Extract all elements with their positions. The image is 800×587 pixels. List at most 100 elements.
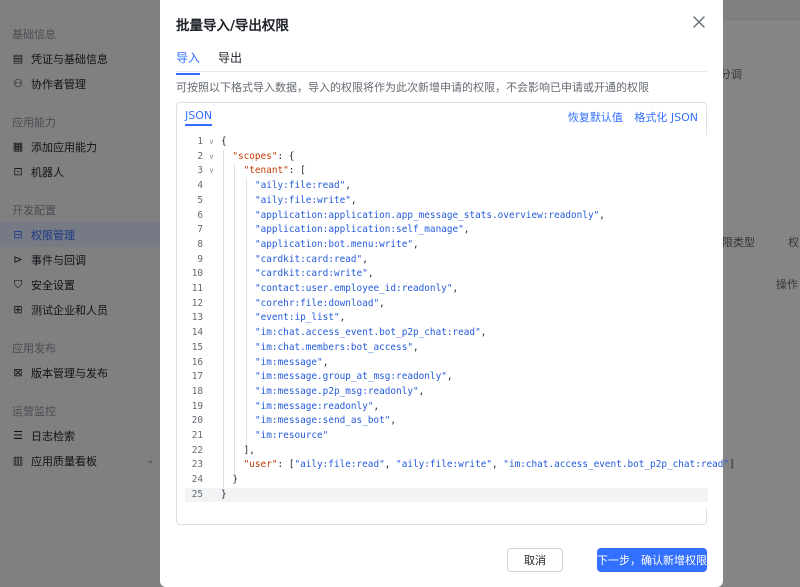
json-punct: , <box>339 312 346 324</box>
json-punct: } <box>232 474 238 486</box>
code-line: 2 ∨ "scopes": { <box>185 150 708 165</box>
json-key: "scopes" <box>232 150 278 162</box>
code-text: "corehr:file:download", <box>255 297 385 312</box>
code-editor-area[interactable]: 1 ∨{2 ∨ "scopes": {3 ∨ "tenant": [4 "aily:file… <box>185 135 735 508</box>
json-string: "im:resource" <box>254 430 329 441</box>
code-text: "im:message", <box>255 356 328 371</box>
code-line: 11 "contact:user.employee_id:readonly", <box>185 282 708 297</box>
code-text: "application:application.app_message_sta… <box>255 209 605 224</box>
json-string: "im:chat.access_event.bot_p2p_chat:read" <box>254 327 481 339</box>
tabs-divider <box>176 71 707 72</box>
json-punct: , <box>480 327 487 339</box>
next-confirm-button[interactable]: 下一步，确认新增权限 <box>597 548 707 572</box>
code-text: "event:ip_list", <box>255 311 345 326</box>
json-punct: , <box>463 224 470 236</box>
line-number: 24 <box>191 474 203 486</box>
editor-header: JSON 恢复默认值 格式化 JSON <box>177 103 706 129</box>
json-punct: : [ <box>277 459 295 471</box>
json-punct: , <box>492 459 504 471</box>
code-text: { <box>221 135 227 150</box>
json-punct: , <box>390 415 397 427</box>
code-line: 4 "aily:file:read", <box>185 179 708 194</box>
indent-guide <box>245 179 247 444</box>
json-punct: , <box>452 283 459 294</box>
code-line: 6 "application:application.app_message_st… <box>185 209 708 224</box>
json-punct: , <box>418 385 425 397</box>
code-text: "tenant": [ <box>244 164 306 179</box>
line-number: 16 <box>191 356 203 368</box>
line-number: 6 <box>197 209 203 221</box>
json-punct: : [ <box>288 165 306 177</box>
code-line: 12 "corehr:file:download", <box>185 297 708 312</box>
code-line: 25} <box>185 488 708 503</box>
line-number: 21 <box>191 430 203 441</box>
fold-chevron-icon[interactable]: ∨ <box>209 150 219 165</box>
code-line: 20 "im:message:send_as_bot", <box>185 414 708 429</box>
code-text: "scopes": { <box>232 150 294 165</box>
json-punct: , <box>373 400 380 412</box>
json-punct: ] <box>729 459 735 471</box>
code-line: 14 "im:chat.access_event.bot_p2p_chat:rea… <box>185 326 708 341</box>
line-number: 20 <box>191 415 203 427</box>
line-number: 5 <box>197 194 203 206</box>
json-string: "im:chat.access_event.bot_p2p_chat:read" <box>503 459 730 471</box>
line-number: 14 <box>191 327 203 339</box>
code-line: 1 ∨{ <box>185 135 708 150</box>
code-text: } <box>221 488 227 503</box>
code-text: "im:message.group_at_msg:readonly", <box>255 370 453 385</box>
batch-permission-dialog: 批量导入/导出权限 导入 导出 可按照以下格式导入数据，导入的权限将作为此次新增… <box>160 0 735 587</box>
code-text: "im:message:readonly", <box>255 400 379 415</box>
code-text: "cardkit:card:read", <box>255 253 368 268</box>
code-text: "application:application:self_manage", <box>255 223 470 238</box>
indent-guide <box>223 149 224 488</box>
code-line: 23 "user": ["aily:file:read", "aily:file:… <box>185 458 735 473</box>
dialog-title: 批量导入/导出权限 <box>176 18 289 34</box>
json-key: "user" <box>243 459 278 471</box>
line-number: 15 <box>191 341 203 353</box>
json-key: "tenant" <box>243 165 289 177</box>
json-string: "event:ip_list" <box>254 312 340 324</box>
json-punct: , <box>345 180 351 192</box>
code-text: ], <box>244 444 255 459</box>
cancel-button[interactable]: 取消 <box>507 548 563 572</box>
json-tab[interactable]: JSON <box>185 109 213 126</box>
code-text: "im:message.p2p_msg:readonly", <box>255 385 424 400</box>
json-punct: , <box>599 209 605 221</box>
json-string: "contact:user.employee_id:readonly" <box>254 283 453 294</box>
json-string: "aily:file:read" <box>254 180 346 192</box>
json-string: "im:message:readonly" <box>254 400 374 412</box>
line-number: 17 <box>191 371 203 383</box>
json-punct: , <box>413 238 419 250</box>
line-number: 3 <box>197 165 203 177</box>
code-text: "aily:file:write", <box>255 194 357 209</box>
code-line: 24} <box>185 473 708 488</box>
line-number: 25 <box>191 488 203 500</box>
code-line: 22], <box>185 444 708 459</box>
import-description: 可按照以下格式导入数据，导入的权限将作为此次新增申请的权限，不会影响已申请或开通… <box>176 81 649 94</box>
close-button[interactable] <box>691 14 707 30</box>
json-string: "application:application:self_manage" <box>254 224 464 236</box>
code-line: 19 "im:message:readonly", <box>185 400 708 415</box>
fold-chevron-icon[interactable]: ∨ <box>209 135 219 150</box>
format-json-link[interactable]: 格式化 JSON <box>634 111 698 124</box>
json-punct: { <box>221 136 227 147</box>
json-string: "aily:file:write" <box>254 194 351 206</box>
json-string: "application:application.app_message_sta… <box>254 209 600 221</box>
code-line: 9 "cardkit:card:read", <box>185 253 708 268</box>
json-punct: , <box>322 356 329 368</box>
code-text: "user": ["aily:file:read", "aily:file:wr… <box>244 458 735 473</box>
json-string: "im:message.group_at_msg:readonly" <box>254 371 447 383</box>
line-number: 23 <box>191 459 203 471</box>
code-text: "im:resource" <box>255 429 328 444</box>
code-line: 17 "im:message.group_at_msg:readonly", <box>185 370 708 385</box>
json-punct: : { <box>277 150 295 162</box>
code-line: 5 "aily:file:write", <box>185 194 708 209</box>
code-text: } <box>232 473 238 488</box>
fold-chevron-icon[interactable]: ∨ <box>209 164 219 179</box>
code-line: 13 "event:ip_list", <box>185 311 708 326</box>
json-string: "cardkit:card:write" <box>254 268 368 280</box>
json-punct: ], <box>243 444 255 456</box>
code-text: "contact:user.employee_id:readonly", <box>255 282 458 297</box>
restore-default-link[interactable]: 恢复默认值 <box>568 111 623 124</box>
code-line: 7 "application:application:self_manage", <box>185 223 708 238</box>
